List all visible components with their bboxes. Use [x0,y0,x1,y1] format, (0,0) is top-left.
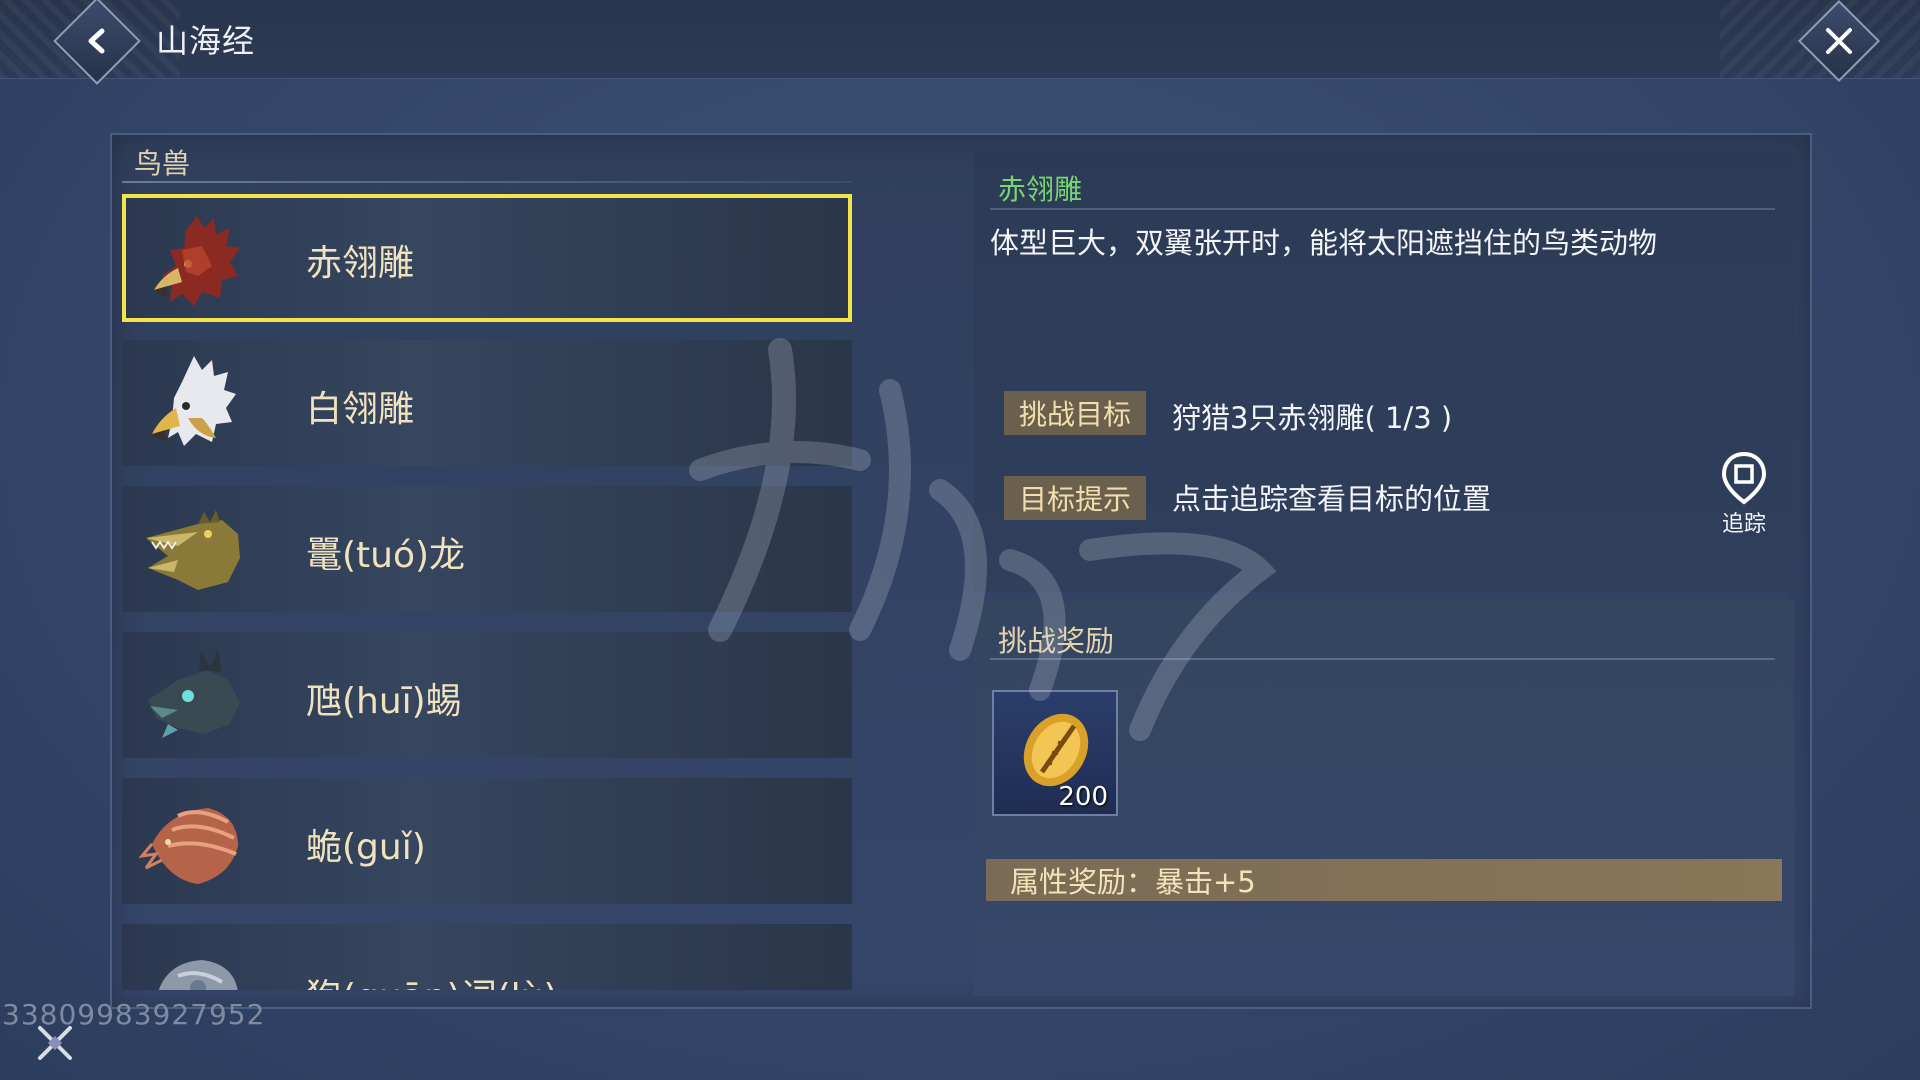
creature-name: 白翎雕 [306,389,415,430]
chevron-left-icon [88,28,105,54]
creature-name: 虺(huī)蜴 [306,681,462,722]
location-pin-icon [1721,451,1767,505]
detail-title: 赤翎雕 [998,173,1083,206]
category-divider [122,181,852,183]
detail-divider [990,208,1775,210]
white-eagle-portrait-icon [152,356,236,446]
creature-item-stone-beast[interactable]: 狍(quān)词(lù) [122,924,852,990]
creature-item-shrimp-beast[interactable]: 蛫(guǐ) [122,778,852,904]
category-label: 鸟兽 [134,147,191,180]
stone-beast-portrait-icon [158,960,238,990]
reward-item[interactable]: 200 [992,690,1118,816]
reward-title: 挑战奖励 [998,624,1115,658]
creature-list[interactable]: 赤翎雕 白翎雕 鼍(tuó)龙 虺(huī)蜴 蛫(guǐ) [122,194,852,990]
lizard-portrait-icon [148,650,240,738]
creature-name: 鼍(tuó)龙 [306,535,466,576]
creature-item-white-eagle[interactable]: 白翎雕 [122,340,852,466]
shrimp-beast-portrait-icon [138,808,238,884]
creature-item-lizard[interactable]: 虺(huī)蜴 [122,632,852,758]
detail-description: 体型巨大，双翼张开时，能将太阳遮挡住的鸟类动物 [990,226,1658,260]
track-button[interactable]: 追踪 [1716,450,1772,537]
detail-panel [974,152,1794,592]
crocodile-dragon-portrait-icon [146,510,240,590]
target-hint-tag: 目标提示 [1004,476,1146,520]
challenge-goal-tag: 挑战目标 [1004,391,1146,435]
close-icon [1826,28,1852,54]
reward-count: 200 [1058,782,1108,812]
creature-name: 蛫(guǐ) [306,827,426,868]
track-label: 追踪 [1721,512,1766,537]
creature-item-red-eagle[interactable]: 赤翎雕 [122,194,852,322]
crossed-swords-icon[interactable] [34,1022,76,1064]
page-title: 山海经 [156,22,256,60]
attribute-reward-bar: 属性奖励：暴击+5 [986,859,1782,901]
top-bar: 山海经 [0,0,1920,85]
creature-name: 赤翎雕 [306,243,415,284]
creature-item-crocodile-dragon[interactable]: 鼍(tuó)龙 [122,486,852,612]
target-hint-text: 点击追踪查看目标的位置 [1172,482,1492,516]
red-eagle-portrait-icon [154,216,240,306]
creature-name: 狍(quān)词(lù) [306,968,558,990]
reward-divider [990,658,1775,660]
challenge-goal-text: 狩猎3只赤翎雕( 1/3 ) [1172,401,1453,435]
